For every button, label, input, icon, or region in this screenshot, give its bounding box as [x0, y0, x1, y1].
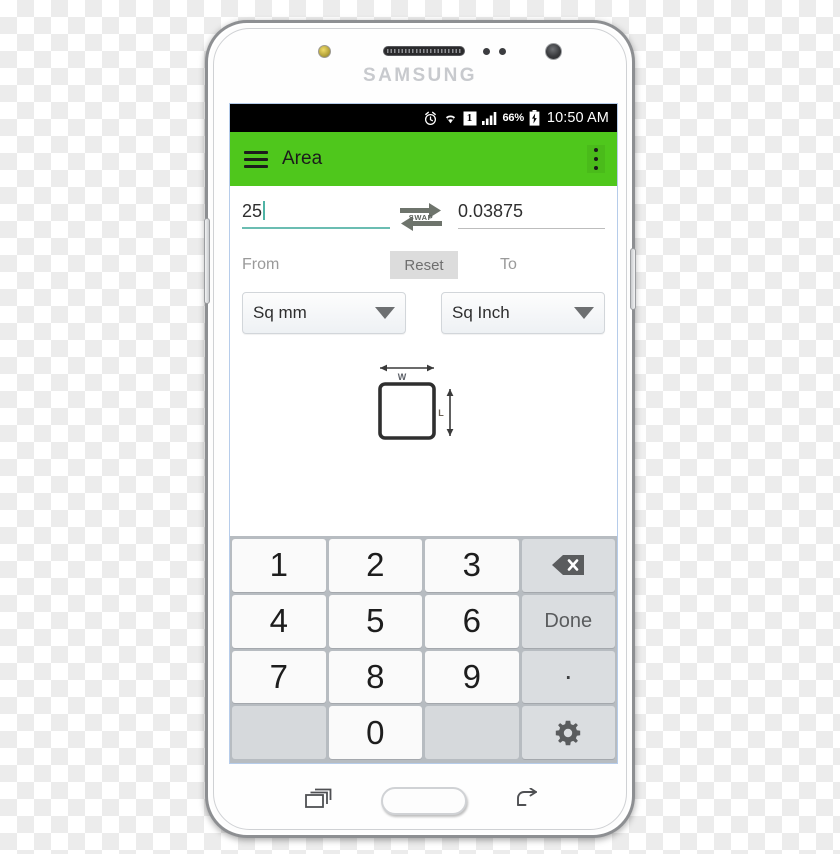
- key-9[interactable]: 9: [425, 650, 519, 704]
- key-5[interactable]: 5: [328, 594, 422, 648]
- length-dimension: L: [438, 389, 453, 436]
- svg-text:SWAP: SWAP: [409, 213, 434, 222]
- svg-text:W: W: [397, 372, 406, 382]
- label-row: From Reset To: [242, 250, 605, 280]
- app-bar: Area: [230, 132, 617, 186]
- phone-device: SAMSUNG 1 66% 10:50 AM Area 25 SWAP 0.03…: [204, 20, 636, 838]
- recent-apps-icon[interactable]: [305, 787, 333, 816]
- hamburger-menu-icon[interactable]: [244, 150, 268, 168]
- to-unit-label: Sq Inch: [452, 303, 510, 322]
- unit-row: Sq mm Sq Inch: [242, 292, 605, 334]
- swap-button[interactable]: SWAP: [390, 200, 452, 234]
- from-unit-label: Sq mm: [253, 303, 307, 322]
- back-icon[interactable]: [516, 787, 542, 815]
- key-backspace[interactable]: [521, 539, 615, 592]
- earpiece-mesh: [387, 49, 461, 53]
- to-field-underline: [458, 228, 605, 229]
- key-blank-left: [232, 706, 326, 759]
- earpiece-speaker-icon: [383, 46, 465, 56]
- overflow-menu-icon[interactable]: [587, 145, 605, 173]
- text-caret: [263, 201, 266, 220]
- key-2[interactable]: 2: [328, 539, 422, 592]
- to-unit-dropdown[interactable]: Sq Inch: [441, 292, 605, 334]
- key-blank-right: [425, 706, 519, 759]
- chevron-down-icon: [375, 307, 395, 319]
- light-sensor-icon: [499, 48, 506, 55]
- numeric-keypad: 1 2 3 4 5 6 Done 7 8 9. 0: [230, 536, 617, 763]
- signal-bars-icon: [481, 111, 498, 125]
- swap-arrows-icon: SWAP: [400, 203, 442, 231]
- svg-text:L: L: [438, 408, 444, 418]
- from-field-underline: [242, 227, 390, 229]
- keypad-row: 123: [232, 539, 615, 592]
- page-title: Area: [282, 148, 323, 169]
- notification-led-icon: [318, 45, 331, 58]
- rectangle-area-diagram: W L: [242, 360, 605, 465]
- volume-button[interactable]: [204, 218, 210, 304]
- home-button[interactable]: [380, 787, 467, 815]
- to-value-field[interactable]: 0.03875: [452, 198, 605, 229]
- to-label: To: [500, 256, 517, 273]
- wifi-icon: [443, 111, 458, 125]
- proximity-sensor-icon: [483, 48, 490, 55]
- area-rectangle: [377, 382, 436, 440]
- sim-1-icon: 1: [463, 111, 477, 126]
- chevron-down-icon: [574, 307, 594, 319]
- front-camera-icon: [545, 43, 562, 60]
- key-4[interactable]: 4: [232, 594, 326, 648]
- from-value-text-wrap: 25: [242, 198, 390, 224]
- key-settings[interactable]: [521, 706, 615, 759]
- top-bezel: SAMSUNG: [208, 23, 632, 97]
- width-dimension: W: [379, 364, 434, 382]
- key-3[interactable]: 3: [425, 539, 519, 592]
- key-6[interactable]: 6: [425, 594, 519, 648]
- keypad-row: 4 5 6 Done: [232, 594, 615, 648]
- converter-panel: 25 SWAP 0.03875 From Reset To Sq mm Sq I…: [230, 186, 617, 465]
- keypad-row: 0: [232, 706, 615, 759]
- reset-button[interactable]: Reset: [390, 251, 458, 279]
- to-value-text: 0.03875: [458, 201, 524, 221]
- key-7[interactable]: 7: [232, 650, 326, 704]
- value-row: 25 SWAP 0.03875: [242, 186, 605, 234]
- from-unit-dropdown[interactable]: Sq mm: [242, 292, 406, 334]
- from-label: From: [242, 256, 280, 273]
- power-button[interactable]: [630, 248, 636, 310]
- key-decimal[interactable]: .: [521, 650, 615, 704]
- navigation-bar: [229, 775, 618, 827]
- keypad-row: 789.: [232, 650, 615, 704]
- status-bar: 1 66% 10:50 AM: [230, 104, 617, 132]
- from-value-field[interactable]: 25: [242, 198, 390, 229]
- key-1[interactable]: 1: [232, 539, 326, 592]
- alarm-icon: [423, 111, 438, 126]
- battery-percent-label: 66%: [502, 112, 525, 124]
- status-clock: 10:50 AM: [546, 110, 609, 126]
- phone-screen: 1 66% 10:50 AM Area 25 SWAP 0.03875 From…: [229, 103, 618, 764]
- battery-charging-icon: [529, 110, 540, 126]
- sim-slot-number: 1: [466, 111, 473, 124]
- key-8[interactable]: 8: [328, 650, 422, 704]
- key-done[interactable]: Done: [521, 594, 615, 648]
- key-0[interactable]: 0: [328, 706, 422, 759]
- from-value-text: 25: [242, 201, 263, 221]
- brand-logo: SAMSUNG: [363, 65, 477, 86]
